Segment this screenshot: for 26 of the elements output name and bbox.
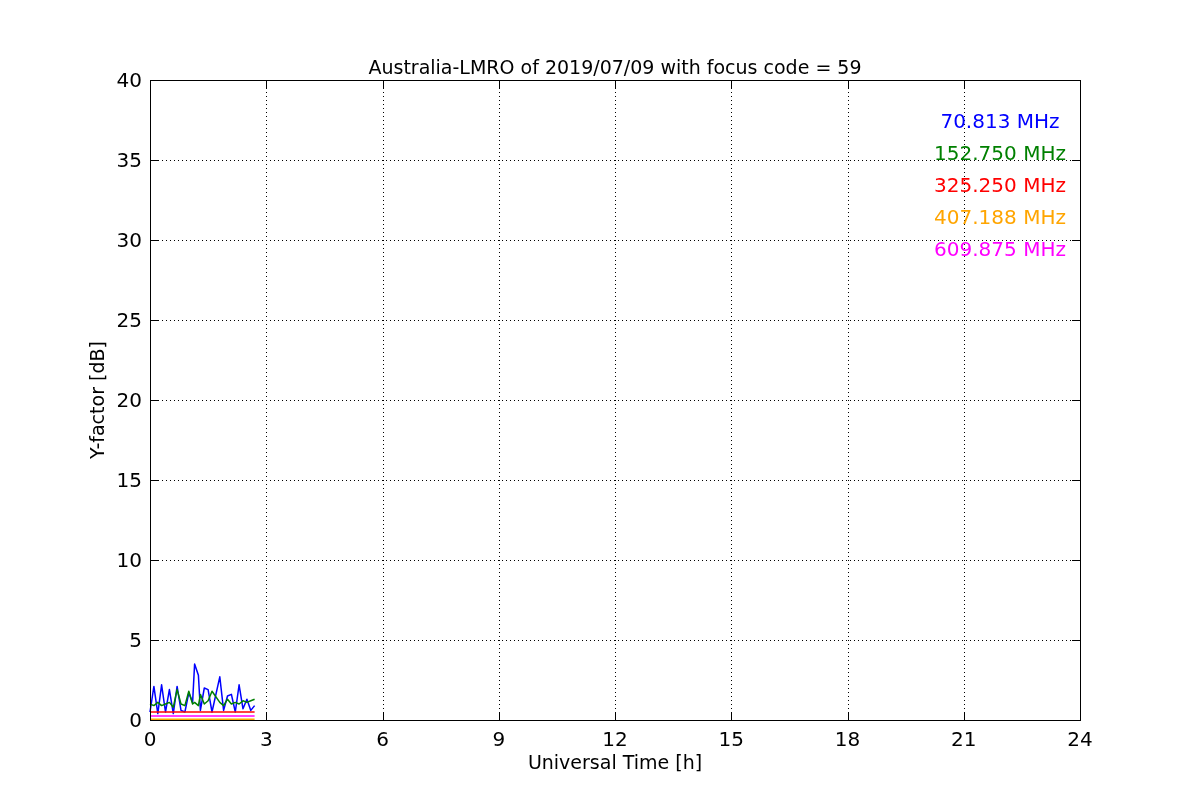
tick-label: 5	[129, 628, 142, 652]
legend-label: 70.813 MHz	[940, 109, 1060, 133]
tick-label: 10	[116, 548, 142, 572]
tick-label: 20	[116, 388, 142, 412]
tick-label: 40	[116, 68, 142, 92]
x-axis-label: Universal Time [h]	[527, 751, 703, 773]
tick-label: 15	[718, 727, 744, 751]
legend-label: 325.250 MHz	[934, 173, 1066, 197]
tick-label: 25	[116, 308, 142, 332]
tick-label: 0	[129, 708, 142, 732]
legend-label: 609.875 MHz	[934, 237, 1066, 261]
chart-title: Australia-LMRO of 2019/07/09 with focus code = 59	[368, 56, 862, 78]
tick-label: 24	[1067, 727, 1093, 751]
tick-label: 18	[834, 727, 861, 751]
tick-label: 12	[602, 727, 628, 751]
tick-label: 30	[116, 228, 142, 252]
tick-label: 15	[116, 468, 142, 492]
legend-label: 407.188 MHz	[934, 205, 1066, 229]
tick-label: 9	[492, 727, 506, 751]
tick-label: 0	[143, 727, 157, 751]
tick-label: 35	[116, 148, 142, 172]
tick-label: 3	[259, 727, 273, 751]
tick-label: 6	[376, 727, 389, 751]
y-axis-label: Y-factor [dB]	[86, 341, 108, 459]
tick-label: 21	[951, 727, 977, 751]
legend-label: 152.750 MHz	[934, 141, 1066, 165]
